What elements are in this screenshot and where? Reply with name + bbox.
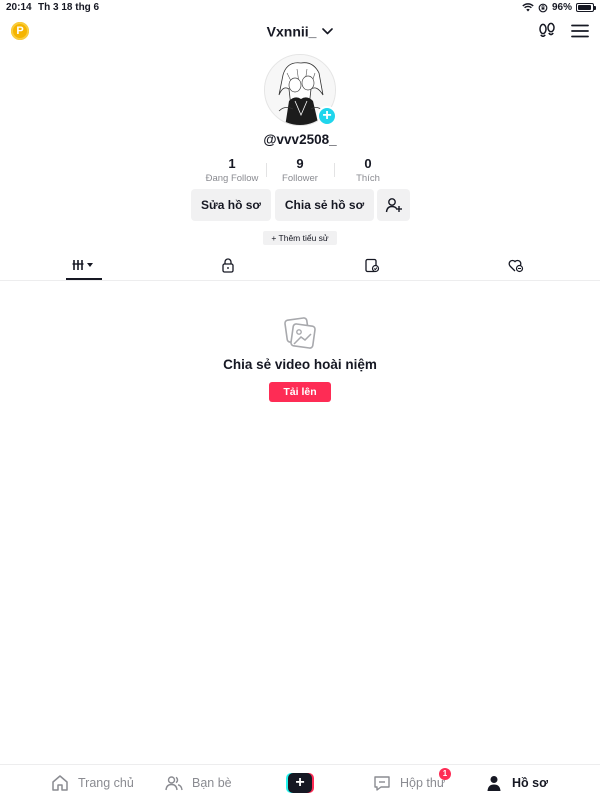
plus-icon: +: [288, 773, 312, 793]
username-switcher[interactable]: Vxnnii_: [0, 22, 600, 39]
nav-inbox[interactable]: Hộp thư: [373, 774, 445, 792]
nav-profile[interactable]: Hồ sơ: [485, 774, 548, 792]
status-right: 96%: [522, 2, 596, 13]
share-profile-button[interactable]: Chia sẻ hồ sơ: [275, 189, 374, 221]
grid-icon: [72, 260, 93, 270]
profile-stats: 1 Đang Follow 9 Follower 0 Thích: [198, 156, 402, 185]
battery-percent: 96%: [551, 2, 572, 13]
inbox-badge: 1: [439, 768, 451, 780]
heart-lock-icon: [508, 259, 524, 273]
add-avatar-button[interactable]: +: [317, 106, 337, 126]
username: Vxnnii_: [266, 23, 317, 40]
add-bio-button[interactable]: + Thêm tiểu sử: [263, 231, 337, 245]
orientation-lock-icon: [538, 3, 548, 12]
stat-label: Follower: [282, 173, 318, 184]
profile-handle: @vvv2508_: [263, 132, 337, 147]
create-button[interactable]: +: [286, 773, 314, 793]
stat-followers[interactable]: 9 Follower: [266, 157, 334, 184]
battery-icon: [576, 3, 596, 12]
repost-icon: [365, 258, 380, 273]
nav-profile-label: Hồ sơ: [512, 776, 548, 790]
profile-page: 20:14 Th 3 18 thg 6 96% P Vxnnii_ + @vvv…: [0, 0, 600, 800]
photo-icon: [284, 317, 316, 349]
add-friend-button[interactable]: [377, 189, 410, 221]
nav-friends-label: Bạn bè: [192, 776, 232, 790]
stat-value: 9: [296, 156, 304, 171]
stat-label: Đang Follow: [205, 173, 259, 184]
tab-reposts[interactable]: [354, 254, 390, 280]
status-time: 20:14: [6, 2, 32, 13]
profile-tabs: [0, 254, 600, 281]
active-tab-indicator: [66, 278, 102, 280]
inbox-icon: [374, 776, 390, 791]
tab-videos[interactable]: [66, 254, 102, 280]
status-date: Th 3 18 thg 6: [38, 2, 100, 13]
footprints-icon[interactable]: [537, 22, 557, 40]
upload-button[interactable]: Tải lên: [269, 382, 331, 402]
status-bar: 20:14 Th 3 18 thg 6 96%: [0, 0, 600, 16]
menu-icon[interactable]: [570, 22, 590, 40]
stat-value: 1: [228, 156, 236, 171]
stat-likes[interactable]: 0 Thích: [334, 157, 402, 184]
edit-profile-button[interactable]: Sửa hồ sơ: [191, 189, 271, 221]
home-icon: [52, 775, 68, 791]
bottom-nav: Trang chủ Bạn bè + Hộp thư 1 Hồ sơ: [0, 764, 600, 800]
add-user-icon: [385, 198, 402, 213]
friends-icon: [165, 776, 183, 791]
nav-inbox-label: Hộp thư: [400, 776, 446, 790]
stat-label: Thích: [356, 173, 380, 184]
nav-home[interactable]: Trang chủ: [51, 774, 134, 792]
stat-value: 0: [364, 156, 372, 171]
profile-icon: [487, 776, 501, 791]
tab-liked[interactable]: [498, 254, 534, 280]
tab-private[interactable]: [210, 254, 246, 280]
chevron-down-icon: [322, 27, 334, 35]
nav-home-label: Trang chủ: [78, 776, 134, 790]
nav-friends[interactable]: Bạn bè: [165, 774, 232, 792]
wifi-icon: [522, 3, 534, 12]
battery-fill: [578, 5, 592, 10]
stat-following[interactable]: 1 Đang Follow: [198, 156, 266, 185]
lock-icon: [222, 258, 234, 273]
empty-state-title: Chia sẻ video hoài niệm: [223, 357, 377, 372]
